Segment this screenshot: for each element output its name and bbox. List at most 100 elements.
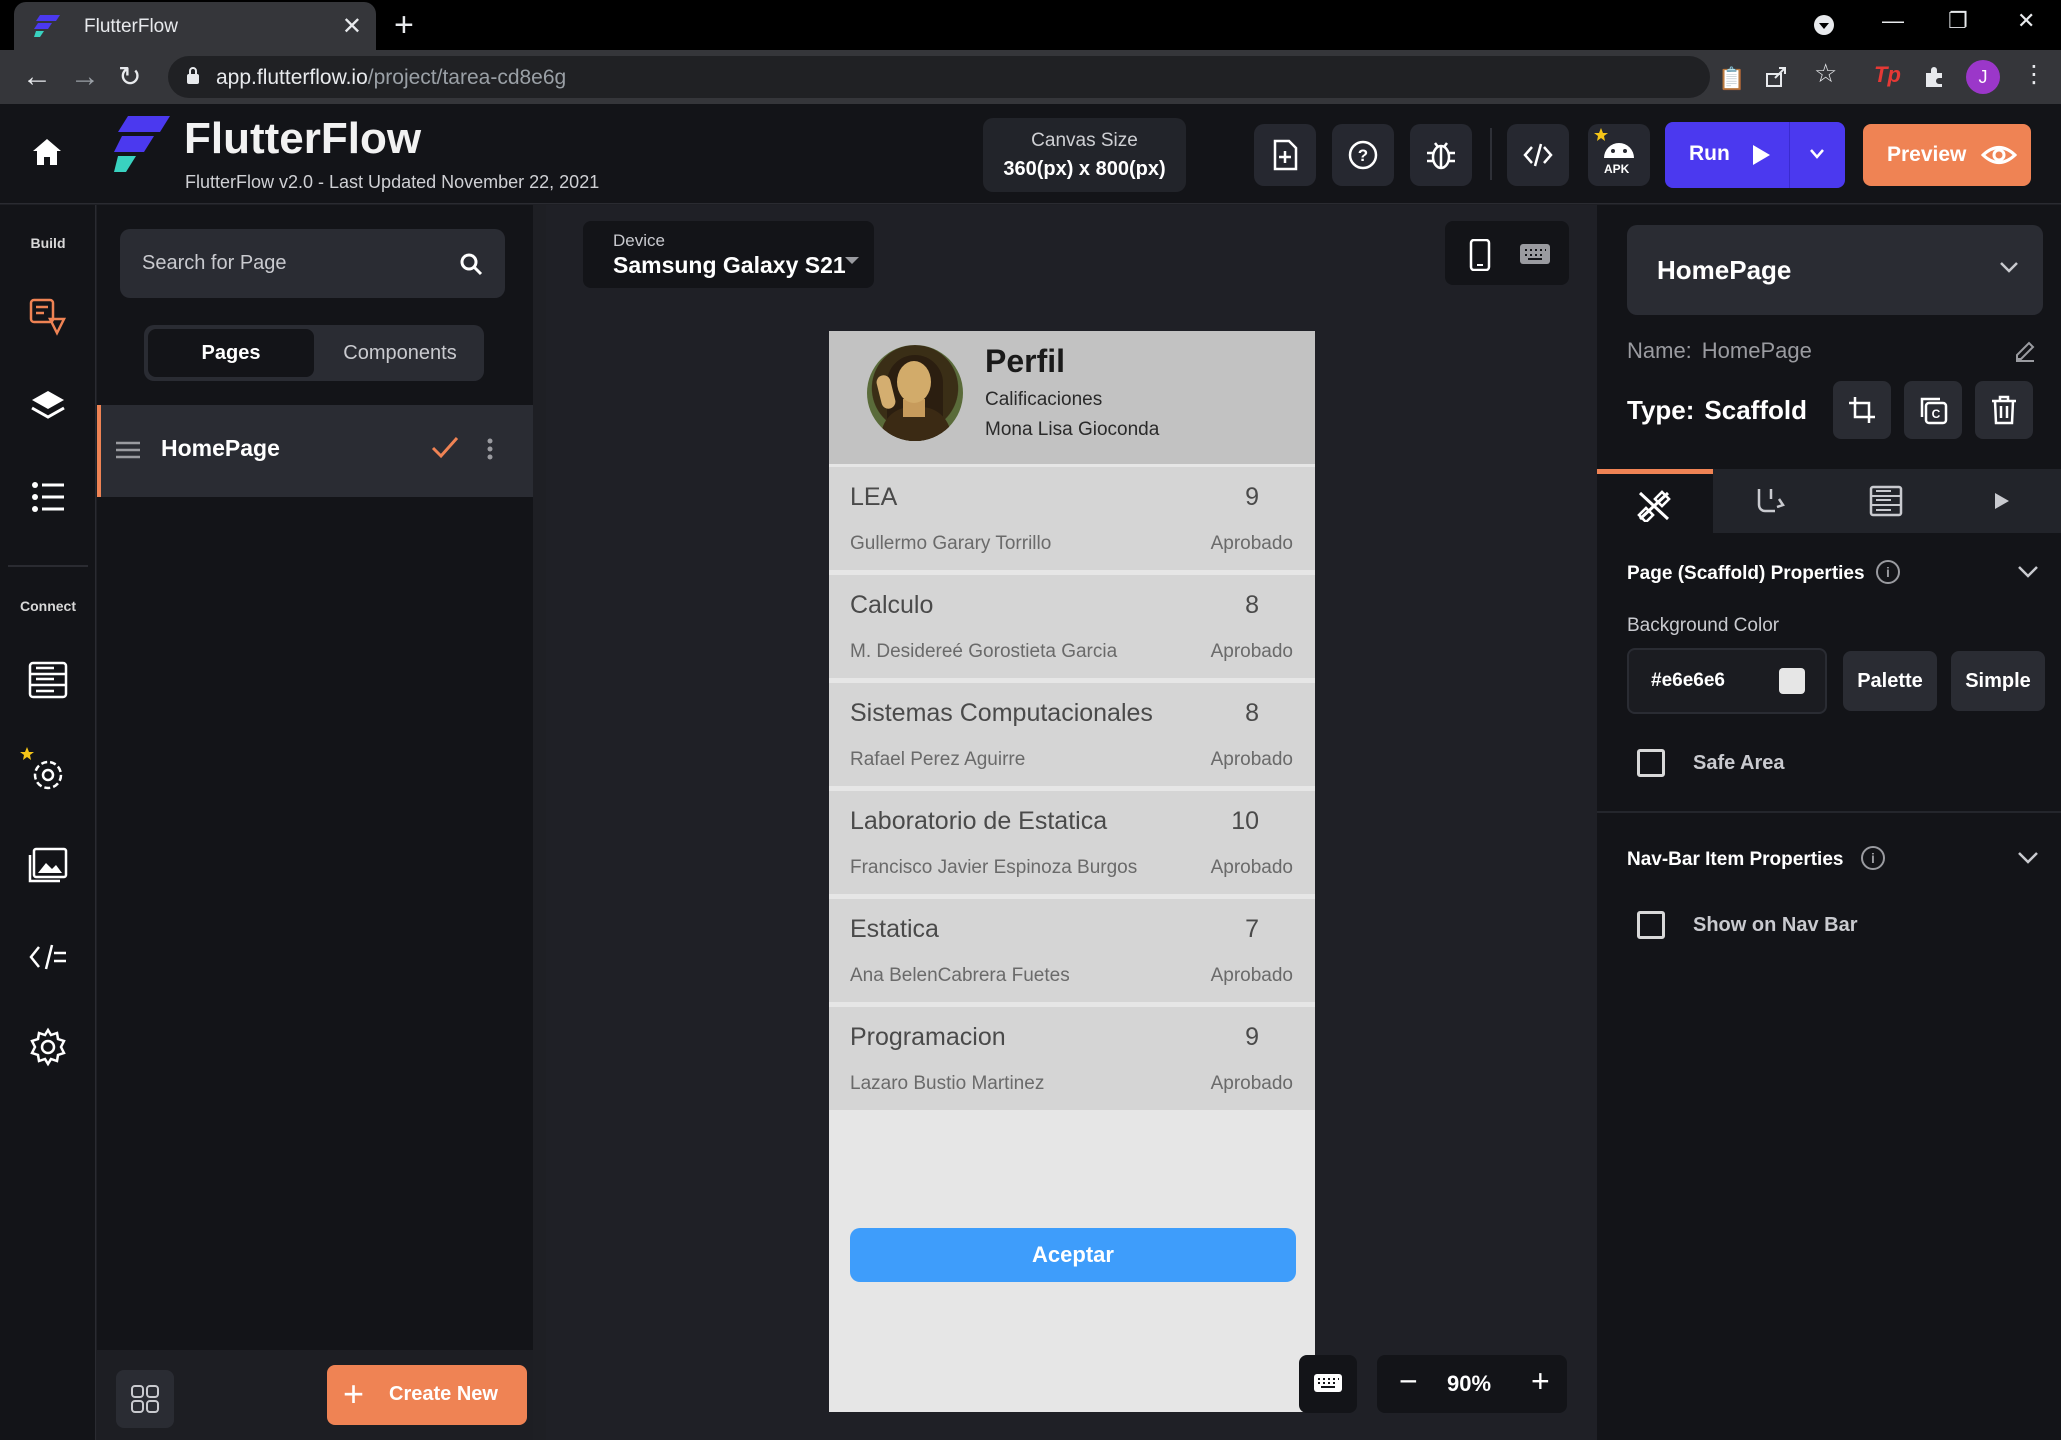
chevron-down-icon[interactable] [1809, 148, 1825, 160]
browser-tab[interactable]: FlutterFlow ✕ [14, 2, 376, 50]
keyboard-icon[interactable] [1519, 243, 1551, 265]
tab-actions[interactable] [1713, 469, 1829, 533]
convert-widget-button[interactable] [1833, 381, 1891, 439]
drag-handle-icon[interactable] [115, 440, 141, 460]
page-dropdown[interactable]: HomePage [1627, 225, 2043, 315]
browser-menu-icon[interactable]: ⋮ [2022, 60, 2046, 89]
plus-icon: + [343, 1373, 365, 1414]
device-value: Samsung Galaxy S21 [613, 252, 846, 278]
zoom-control: − 90% + [1377, 1355, 1567, 1413]
new-page-button[interactable] [1254, 124, 1316, 186]
tab-properties[interactable] [1597, 469, 1713, 533]
page-dropdown-value: HomePage [1657, 255, 1792, 285]
media-gallery-icon[interactable] [28, 845, 68, 885]
design-canvas: Device Samsung Galaxy S21 Perfil Calific… [546, 205, 1597, 1440]
url-text: app.flutterflow.io/project/tarea-cd8e6g [216, 66, 567, 89]
svg-text:C: C [1932, 407, 1941, 421]
address-bar[interactable]: app.flutterflow.io/project/tarea-cd8e6g … [168, 56, 1745, 98]
custom-code-icon[interactable] [28, 937, 68, 977]
profile-avatar[interactable]: J [1966, 60, 2000, 94]
canvas-size-label: Canvas Size [1031, 130, 1138, 151]
flutterflow-logo-icon [114, 116, 170, 172]
chrome-profile-icon[interactable] [1813, 14, 1835, 36]
tab-backend-query[interactable] [1829, 469, 1945, 533]
lock-icon [187, 67, 199, 84]
duplicate-page-button[interactable]: C [1904, 381, 1962, 439]
keyboard-toggle-button[interactable] [1299, 1355, 1357, 1413]
back-icon[interactable]: ← [22, 60, 52, 94]
name-label: Name: [1627, 338, 1692, 363]
course-row[interactable]: Sistemas Computacionales 8 Rafael Perez … [829, 680, 1315, 786]
course-row[interactable]: LEA 9 Gullermo Garary Torrillo Aprobado [829, 464, 1315, 570]
list-tree-icon[interactable] [28, 477, 68, 517]
chevron-down-icon[interactable] [2017, 565, 2039, 579]
close-window-icon[interactable]: ✕ [2017, 8, 2035, 34]
show-on-nav-bar-checkbox[interactable] [1637, 911, 1665, 939]
database-icon [1869, 485, 1903, 517]
zoom-in-icon[interactable]: + [1531, 1363, 1550, 1400]
safe-area-checkbox[interactable] [1637, 749, 1665, 777]
edit-pencil-icon[interactable] [2013, 339, 2037, 363]
tab-pages[interactable]: Pages [148, 329, 314, 377]
view-code-button[interactable] [1507, 124, 1569, 186]
info-icon[interactable]: i [1861, 846, 1885, 870]
database-icon[interactable] [28, 660, 68, 700]
extensions-puzzle-icon[interactable] [1922, 65, 1946, 89]
layers-icon[interactable] [28, 387, 68, 427]
search-input[interactable] [120, 229, 450, 298]
clipboard-icon[interactable]: 📋 [1718, 66, 1745, 92]
preview-button[interactable]: Preview [1863, 124, 2031, 186]
settings-integrations-icon[interactable] [28, 755, 68, 795]
aceptar-button[interactable]: Aceptar [850, 1228, 1296, 1282]
bookmark-star-icon[interactable]: ☆ [1814, 58, 1837, 89]
tab-animations[interactable] [1945, 469, 2061, 533]
course-professor: Rafael Perez Aguirre [850, 749, 1026, 770]
zoom-out-icon[interactable]: − [1399, 1363, 1418, 1400]
header-divider [1490, 128, 1492, 180]
new-tab-icon[interactable]: + [394, 6, 414, 45]
palette-button[interactable]: Palette [1843, 651, 1937, 711]
device-selector[interactable]: Device Samsung Galaxy S21 [583, 221, 874, 288]
help-button[interactable]: ? [1332, 124, 1394, 186]
device-label: Device [613, 231, 665, 250]
course-name: Calculo [850, 591, 934, 619]
phone-preview[interactable]: Perfil Calificaciones Mona Lisa Gioconda… [829, 331, 1315, 1412]
page-item-homepage[interactable]: HomePage [97, 405, 533, 497]
tab-components[interactable]: Components [320, 329, 480, 377]
close-tab-icon[interactable]: ✕ [342, 12, 362, 41]
create-new-button[interactable]: + Create New [327, 1365, 527, 1425]
canvas-size-display: Canvas Size 360(px) x 800(px) [983, 118, 1186, 192]
forward-icon[interactable]: → [70, 60, 100, 94]
more-vertical-icon[interactable] [486, 437, 494, 461]
theme-widgets-icon[interactable] [28, 297, 68, 337]
view-toggle [1445, 221, 1569, 285]
course-row[interactable]: Laboratorio de Estatica 10 Francisco Jav… [829, 788, 1315, 894]
browser-toolbar: ← → ↻ app.flutterflow.io/project/tarea-c… [0, 50, 2061, 104]
phone-icon[interactable] [1469, 239, 1491, 271]
download-apk-button[interactable]: APK [1588, 124, 1650, 186]
gear-icon[interactable] [28, 1027, 68, 1067]
info-icon[interactable]: i [1876, 560, 1900, 584]
course-row[interactable]: Programacion 9 Lazaro Bustio Martinez Ap… [829, 1004, 1315, 1110]
simple-button[interactable]: Simple [1951, 651, 2045, 711]
share-icon[interactable] [1765, 66, 1787, 88]
course-name: LEA [850, 483, 898, 511]
safe-area-label: Safe Area [1693, 752, 1785, 774]
reload-icon[interactable]: ↻ [118, 60, 141, 93]
run-button[interactable]: Run [1665, 122, 1845, 188]
delete-page-button[interactable] [1975, 381, 2033, 439]
color-swatch[interactable] [1779, 668, 1805, 694]
course-row[interactable]: Calculo 8 M. Desidereé Gorostieta Garcia… [829, 572, 1315, 678]
course-name: Estatica [850, 915, 939, 943]
debug-button[interactable] [1410, 124, 1472, 186]
chevron-down-icon[interactable] [2017, 851, 2039, 865]
home-icon[interactable] [32, 138, 62, 166]
minimize-icon[interactable]: — [1882, 8, 1904, 34]
course-grade: 7 [1245, 915, 1259, 943]
grid-view-button[interactable] [116, 1370, 174, 1428]
course-row[interactable]: Estatica 7 Ana BelenCabrera Fuetes Aprob… [829, 896, 1315, 1002]
extension-tp-icon[interactable]: Tp [1874, 62, 1901, 88]
search-icon[interactable] [459, 252, 483, 276]
background-color-field[interactable]: #e6e6e6 [1627, 648, 1827, 714]
restore-icon[interactable]: ❐ [1948, 8, 1968, 34]
